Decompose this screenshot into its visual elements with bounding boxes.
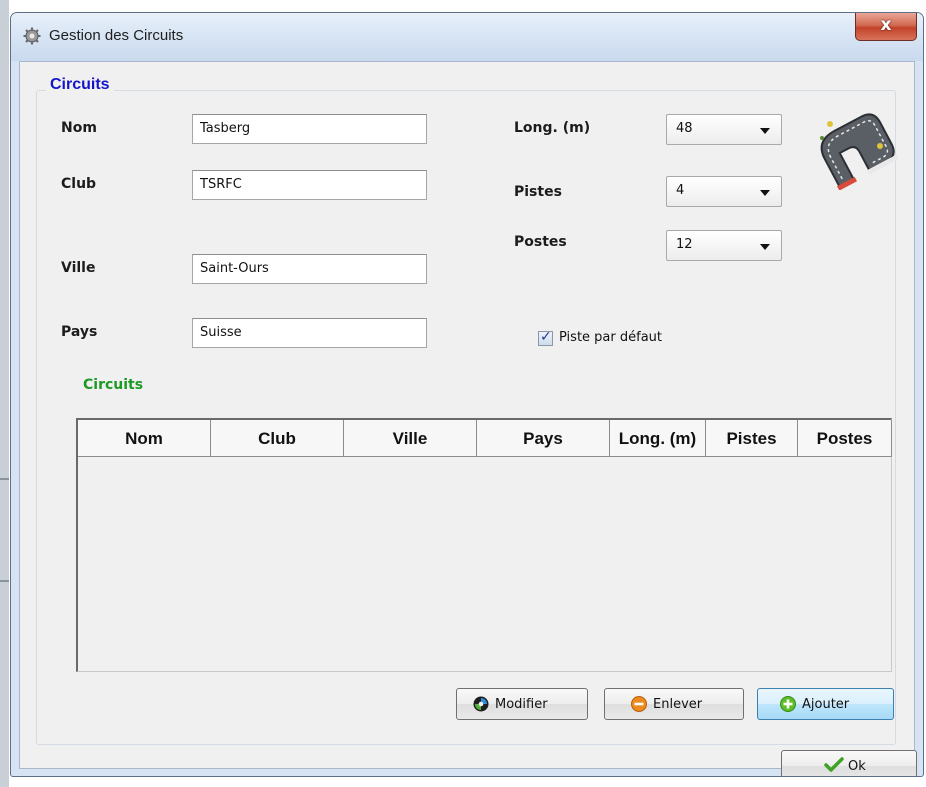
chevron-down-icon bbox=[760, 244, 770, 250]
column-header-ville[interactable]: Ville bbox=[344, 420, 477, 457]
club-label: Club bbox=[61, 176, 97, 192]
longueur-select[interactable]: 48 bbox=[666, 114, 782, 145]
desktop-edge bbox=[0, 0, 9, 787]
table-title: Circuits bbox=[83, 377, 144, 393]
club-field[interactable]: TSRFC bbox=[192, 170, 427, 200]
column-header-postes[interactable]: Postes bbox=[798, 420, 892, 457]
table-header: Nom Club Ville Pays Long. (m) Pistes Pos… bbox=[78, 420, 892, 457]
chevron-down-icon bbox=[760, 190, 770, 196]
close-button[interactable]: x bbox=[855, 13, 917, 41]
add-icon bbox=[780, 696, 796, 712]
dialog-window: Gestion des Circuits x Circuits Nom Club… bbox=[10, 12, 924, 777]
pays-field[interactable]: Suisse bbox=[192, 318, 427, 348]
nom-label: Nom bbox=[61, 120, 97, 136]
column-header-club[interactable]: Club bbox=[211, 420, 344, 457]
modifier-button[interactable]: Modifier bbox=[456, 688, 588, 720]
enlever-button[interactable]: Enlever bbox=[604, 688, 744, 720]
column-header-pays[interactable]: Pays bbox=[477, 420, 610, 457]
dialog-client-area: Circuits Nom Club Ville Pays Tasberg TSR… bbox=[19, 61, 917, 776]
pays-label: Pays bbox=[61, 324, 98, 340]
postes-label: Postes bbox=[514, 234, 567, 250]
checkmark-icon bbox=[824, 757, 844, 772]
pistes-label: Pistes bbox=[514, 184, 562, 200]
ok-label: Ok bbox=[848, 759, 866, 774]
pistes-value: 4 bbox=[676, 183, 685, 198]
nom-field[interactable]: Tasberg bbox=[192, 114, 427, 144]
remove-icon bbox=[631, 696, 647, 712]
checkbox-box[interactable]: ✓ bbox=[538, 329, 553, 346]
pistes-select[interactable]: 4 bbox=[666, 176, 782, 207]
column-header-longueur[interactable]: Long. (m) bbox=[610, 420, 706, 457]
ville-label: Ville bbox=[61, 260, 96, 276]
race-track-icon bbox=[820, 113, 898, 190]
checkbox-label: Piste par défaut bbox=[559, 330, 662, 345]
modify-icon bbox=[473, 696, 489, 712]
ajouter-button[interactable]: Ajouter bbox=[757, 688, 894, 720]
circuits-table[interactable]: Nom Club Ville Pays Long. (m) Pistes Pos… bbox=[76, 418, 892, 672]
postes-value: 12 bbox=[676, 237, 693, 252]
enlever-label: Enlever bbox=[653, 697, 703, 712]
longueur-value: 48 bbox=[676, 121, 693, 136]
close-icon: x bbox=[880, 15, 892, 35]
ok-button[interactable]: Ok bbox=[781, 750, 917, 776]
desktop-edge-mark bbox=[0, 478, 9, 480]
ville-field[interactable]: Saint-Ours bbox=[192, 254, 427, 284]
chevron-down-icon bbox=[760, 128, 770, 134]
ajouter-label: Ajouter bbox=[802, 697, 850, 712]
title-bar[interactable]: Gestion des Circuits x bbox=[11, 13, 923, 61]
column-header-nom[interactable]: Nom bbox=[78, 420, 211, 457]
postes-select[interactable]: 12 bbox=[666, 230, 782, 261]
desktop-edge-mark bbox=[0, 580, 9, 582]
column-header-pistes[interactable]: Pistes bbox=[706, 420, 798, 457]
gear-icon bbox=[23, 27, 41, 45]
modifier-label: Modifier bbox=[495, 697, 548, 712]
window-title: Gestion des Circuits bbox=[49, 27, 184, 44]
group-title: Circuits bbox=[46, 76, 114, 94]
longueur-label: Long. (m) bbox=[514, 120, 591, 136]
check-icon: ✓ bbox=[540, 329, 552, 345]
